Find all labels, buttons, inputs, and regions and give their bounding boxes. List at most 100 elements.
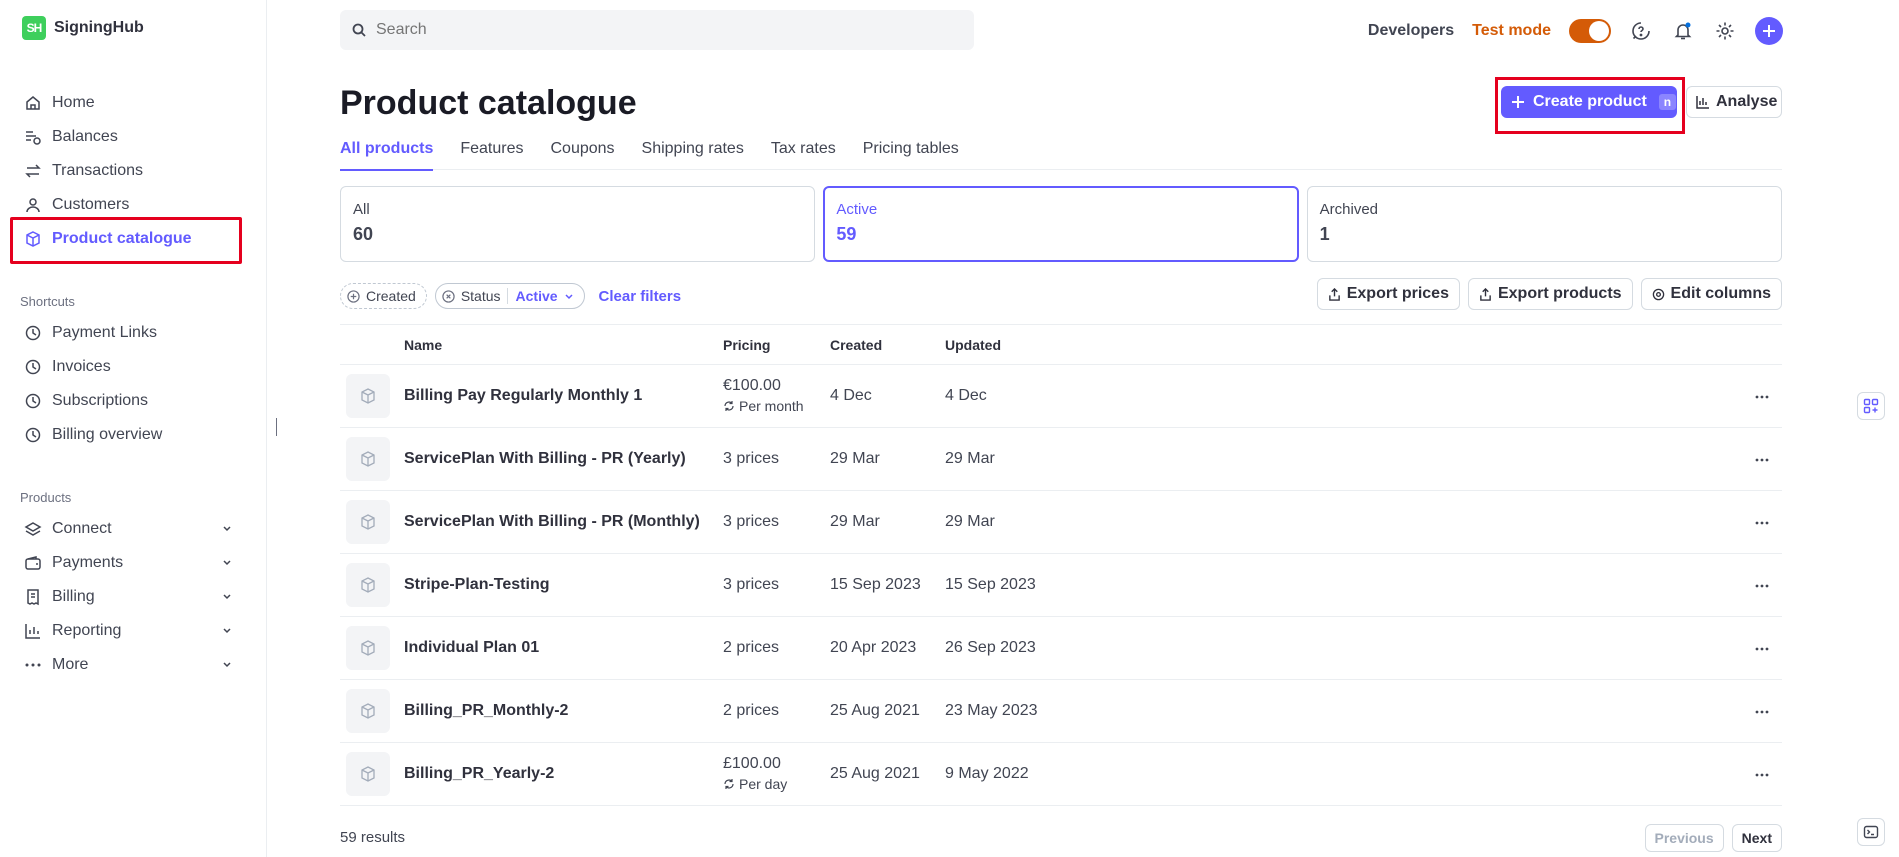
sidebar-item-payments[interactable]: Payments bbox=[12, 546, 244, 580]
created-filter-chip[interactable]: Created bbox=[340, 283, 427, 309]
status-card-active[interactable]: Active 59 bbox=[823, 186, 1299, 262]
row-overflow-menu-button[interactable] bbox=[1754, 389, 1770, 410]
help-button[interactable] bbox=[1629, 19, 1653, 43]
notifications-button[interactable] bbox=[1671, 19, 1695, 43]
row-overflow-menu-button[interactable] bbox=[1754, 452, 1770, 473]
column-header-name[interactable]: Name bbox=[404, 337, 723, 353]
pricing-amount: 2 prices bbox=[723, 639, 780, 656]
card-label: Active bbox=[836, 201, 878, 218]
tab-tax-rates[interactable]: Tax rates bbox=[771, 138, 836, 170]
product-thumbnail bbox=[346, 752, 390, 796]
sidebar-item-label: Product catalogue bbox=[52, 230, 192, 247]
terminal-button[interactable] bbox=[1857, 818, 1885, 846]
row-overflow-menu-button[interactable] bbox=[1754, 641, 1770, 662]
help-icon bbox=[1632, 22, 1650, 40]
plus-icon bbox=[1763, 25, 1775, 37]
previous-page-button[interactable]: Previous bbox=[1644, 824, 1724, 852]
search-input[interactable] bbox=[376, 21, 936, 39]
brand[interactable]: SH SigningHub bbox=[22, 16, 144, 40]
column-header-created[interactable]: Created bbox=[830, 337, 945, 353]
test-mode-toggle[interactable] bbox=[1569, 19, 1611, 43]
product-box-icon bbox=[361, 640, 375, 656]
table-row[interactable]: ServicePlan With Billing - PR (Monthly) … bbox=[340, 491, 1782, 554]
product-box-icon bbox=[361, 577, 375, 593]
tab-features[interactable]: Features bbox=[460, 138, 523, 170]
sidebar-item-transactions[interactable]: Transactions bbox=[12, 154, 244, 188]
column-header-updated[interactable]: Updated bbox=[945, 337, 1105, 353]
search-bar[interactable] bbox=[340, 10, 974, 50]
row-overflow-menu-button[interactable] bbox=[1754, 515, 1770, 536]
tab-shipping-rates[interactable]: Shipping rates bbox=[642, 138, 744, 170]
table-row[interactable]: ServicePlan With Billing - PR (Yearly) 3… bbox=[340, 428, 1782, 491]
product-pricing: 3 prices bbox=[723, 449, 830, 469]
clock-icon bbox=[25, 393, 41, 409]
sidebar-item-subscriptions[interactable]: Subscriptions bbox=[12, 384, 244, 418]
status-card-archived[interactable]: Archived 1 bbox=[1306, 186, 1782, 262]
sidebar-item-connect[interactable]: Connect bbox=[12, 512, 244, 546]
product-box-icon bbox=[361, 388, 375, 404]
table-row[interactable]: Billing_PR_Monthly-2 2 prices 25 Aug 202… bbox=[340, 680, 1782, 743]
more-horizontal-icon bbox=[1755, 458, 1769, 462]
sidebar-item-invoices[interactable]: Invoices bbox=[12, 350, 244, 384]
table-header: Name Pricing Created Updated bbox=[340, 325, 1782, 365]
tab-coupons[interactable]: Coupons bbox=[550, 138, 614, 170]
sidebar-item-billing[interactable]: Billing bbox=[12, 580, 244, 614]
card-count: 59 bbox=[836, 224, 857, 244]
sidebar-item-billing-overview[interactable]: Billing overview bbox=[12, 418, 244, 452]
sidebar-item-balances[interactable]: Balances bbox=[12, 120, 244, 154]
row-overflow-menu-button[interactable] bbox=[1754, 704, 1770, 725]
pricing-amount: 2 prices bbox=[723, 702, 780, 719]
status-card-all[interactable]: All 60 bbox=[340, 186, 816, 262]
chip-label: Created bbox=[366, 288, 416, 304]
product-name[interactable]: ServicePlan With Billing - PR (Monthly) bbox=[404, 513, 723, 531]
analyse-label: Analyse bbox=[1716, 93, 1778, 110]
table-row[interactable]: Stripe-Plan-Testing 3 prices 15 Sep 2023… bbox=[340, 554, 1782, 617]
table-row[interactable]: Billing Pay Regularly Monthly 1 €100.00 P… bbox=[340, 365, 1782, 428]
gear-icon bbox=[1716, 22, 1734, 40]
row-image-cell bbox=[340, 500, 404, 544]
product-name[interactable]: Billing_PR_Yearly-2 bbox=[404, 765, 723, 783]
sidebar-item-home[interactable]: Home bbox=[12, 86, 244, 120]
settings-button[interactable] bbox=[1713, 19, 1737, 43]
pricing-amount: 3 prices bbox=[723, 576, 780, 593]
tab-all-products[interactable]: All products bbox=[340, 138, 434, 171]
table-row[interactable]: Billing_PR_Yearly-2 £100.00 Per day 25 Au… bbox=[340, 743, 1782, 806]
status-filter-chip[interactable]: Status Active bbox=[434, 283, 585, 309]
card-count: 60 bbox=[353, 224, 374, 244]
column-header-pricing[interactable]: Pricing bbox=[723, 335, 830, 355]
row-overflow-menu-button[interactable] bbox=[1754, 767, 1770, 788]
tabs: All products Features Coupons Shipping r… bbox=[340, 138, 1782, 171]
table-row[interactable]: Individual Plan 01 2 prices 20 Apr 2023 … bbox=[340, 617, 1782, 680]
analyse-button[interactable]: Analyse bbox=[1686, 86, 1782, 118]
clear-filters-link[interactable]: Clear filters bbox=[599, 288, 682, 305]
chevron-down-icon bbox=[223, 628, 231, 634]
export-prices-button[interactable]: Export prices bbox=[1316, 278, 1460, 310]
apps-panel-button[interactable] bbox=[1857, 392, 1885, 420]
product-name[interactable]: Billing_PR_Monthly-2 bbox=[404, 702, 723, 720]
pagination: Previous Next bbox=[1644, 824, 1782, 852]
row-image-cell bbox=[340, 563, 404, 607]
developers-link[interactable]: Developers bbox=[1368, 22, 1454, 40]
product-name[interactable]: ServicePlan With Billing - PR (Yearly) bbox=[404, 450, 723, 468]
product-name[interactable]: Stripe-Plan-Testing bbox=[404, 576, 723, 594]
card-count: 1 bbox=[1319, 224, 1330, 244]
chevron-down-icon bbox=[565, 294, 573, 300]
tab-pricing-tables[interactable]: Pricing tables bbox=[863, 138, 959, 170]
create-product-label: Create product bbox=[1533, 93, 1647, 110]
product-pricing: 3 prices bbox=[723, 575, 830, 595]
chevron-down-icon bbox=[223, 594, 231, 600]
next-page-button[interactable]: Next bbox=[1731, 824, 1782, 852]
sidebar-item-reporting[interactable]: Reporting bbox=[12, 614, 244, 648]
row-image-cell bbox=[340, 374, 404, 418]
row-overflow-menu-button[interactable] bbox=[1754, 578, 1770, 599]
quick-create-button[interactable] bbox=[1755, 17, 1783, 45]
product-name[interactable]: Billing Pay Regularly Monthly 1 bbox=[404, 387, 723, 405]
sidebar-item-label: Transactions bbox=[52, 162, 143, 179]
edit-columns-button[interactable]: Edit columns bbox=[1640, 278, 1782, 310]
sidebar-item-more[interactable]: More bbox=[12, 648, 244, 682]
create-product-button[interactable]: Create product n bbox=[1501, 86, 1677, 118]
product-name[interactable]: Individual Plan 01 bbox=[404, 639, 723, 657]
sidebar-item-product-catalogue[interactable]: Product catalogue bbox=[10, 217, 244, 264]
export-products-button[interactable]: Export products bbox=[1467, 278, 1633, 310]
sidebar-item-payment-links[interactable]: Payment Links bbox=[12, 316, 244, 350]
